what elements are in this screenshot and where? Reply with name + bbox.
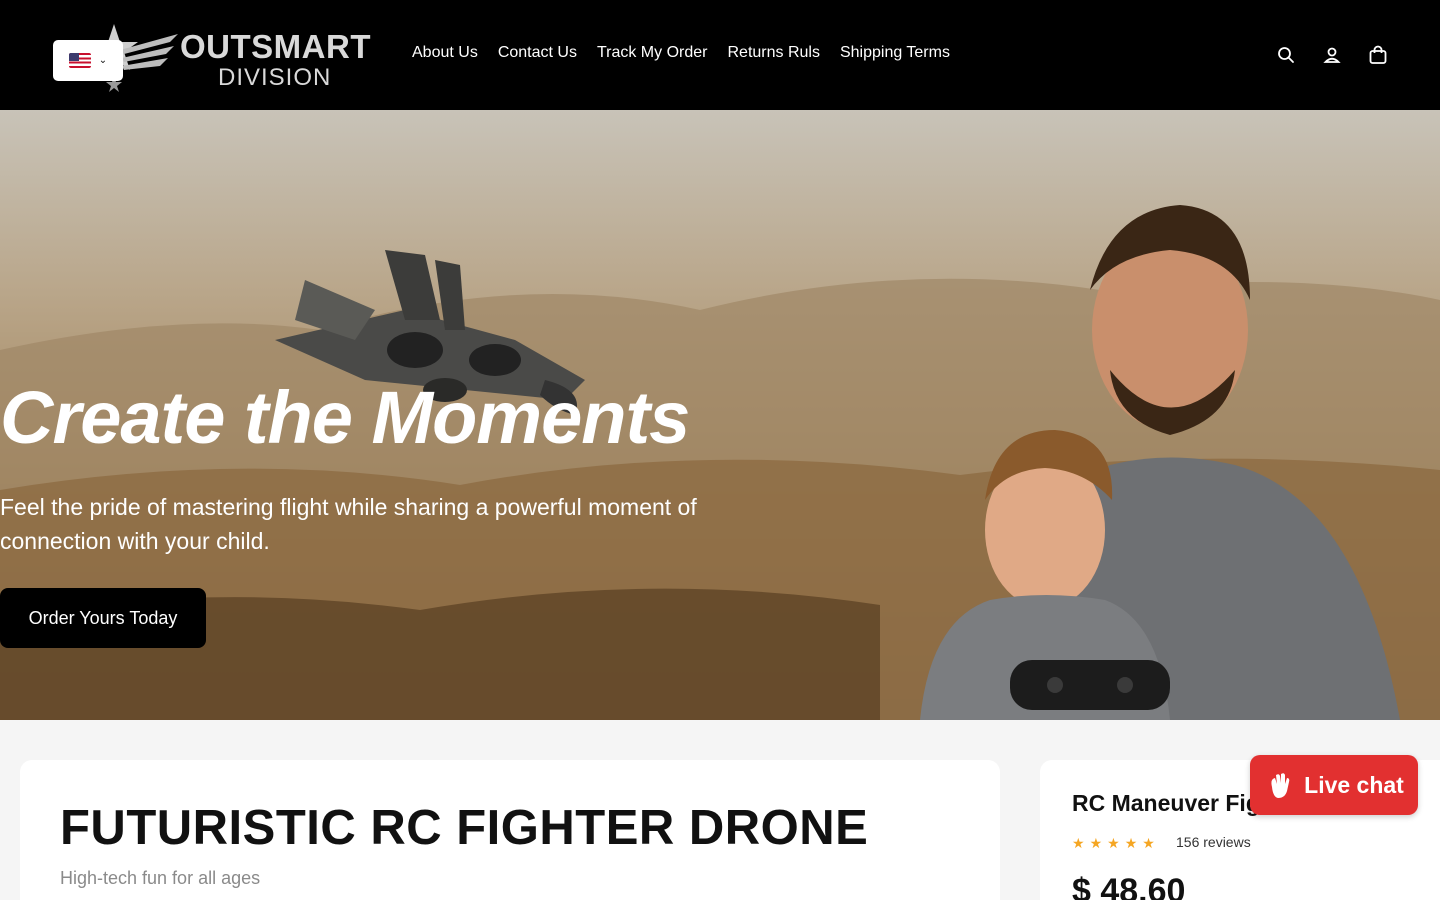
hero-banner: Create the Moments Feel the pride of mas… xyxy=(0,110,1440,720)
star-icon: ★ xyxy=(1089,835,1103,851)
live-chat-label: Live chat xyxy=(1304,771,1404,798)
header-actions xyxy=(1276,44,1388,66)
hero-subtitle: Feel the pride of mastering flight while… xyxy=(0,494,697,554)
rating-stars: ★ ★ ★ ★ ★ xyxy=(1072,835,1155,852)
nav-returns-rules[interactable]: Returns Ruls xyxy=(727,44,819,62)
site-header: OUTSMART DIVISION ⌄ About Us Contact Us … xyxy=(0,0,1440,110)
search-icon[interactable] xyxy=(1276,44,1296,66)
cart-icon[interactable] xyxy=(1368,44,1388,66)
chevron-down-icon: ⌄ xyxy=(98,55,108,66)
brand-subname: DIVISION xyxy=(218,64,332,91)
brand-name: OUTSMART xyxy=(180,28,371,65)
star-icon: ★ xyxy=(1142,835,1155,851)
hero-title: Create the Moments xyxy=(0,376,690,459)
star-icon: ★ xyxy=(1107,835,1120,851)
nav-shipping-terms[interactable]: Shipping Terms xyxy=(840,44,950,62)
star-icon: ★ xyxy=(1124,835,1138,851)
language-selector[interactable]: ⌄ xyxy=(53,40,123,81)
account-icon[interactable] xyxy=(1322,44,1342,66)
live-chat-button[interactable]: Live chat xyxy=(1250,755,1418,815)
product-price: $ 48.60 xyxy=(1072,872,1186,900)
star-icon: ★ xyxy=(1072,835,1085,851)
main-nav: About Us Contact Us Track My Order Retur… xyxy=(412,44,950,62)
us-flag-icon xyxy=(68,53,91,68)
nav-contact-us[interactable]: Contact Us xyxy=(498,44,577,62)
nav-about-us[interactable]: About Us xyxy=(412,44,478,62)
nav-track-my-order[interactable]: Track My Order xyxy=(597,44,708,62)
feature-card: FUTURISTIC RC FIGHTER DRONE High-tech fu… xyxy=(20,760,1000,900)
feature-subtitle: High-tech fun for all ages xyxy=(60,868,261,888)
father-and-son-image xyxy=(920,205,1400,720)
waving-hand-icon xyxy=(1271,773,1290,798)
order-yours-today-button[interactable]: Order Yours Today xyxy=(0,588,206,648)
review-count[interactable]: 156 reviews xyxy=(1176,834,1251,850)
product-name[interactable]: RC Maneuver Fig xyxy=(1072,790,1260,817)
feature-title: FUTURISTIC RC FIGHTER DRONE xyxy=(60,801,869,855)
